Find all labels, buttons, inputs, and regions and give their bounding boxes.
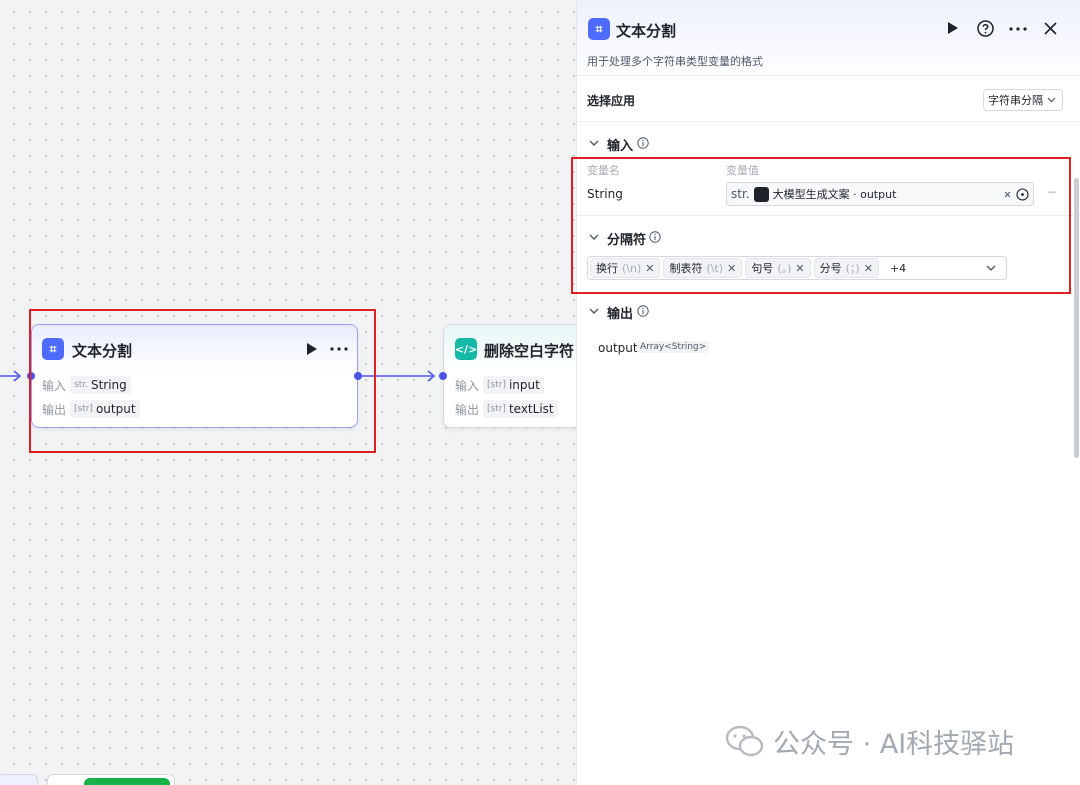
panel-title: 文本分割: [616, 22, 677, 40]
divider: [577, 121, 1080, 122]
type-icon: [str]: [487, 404, 506, 414]
select-app-value: 字符串分隔: [988, 94, 1043, 107]
highlight-box: [571, 157, 1071, 294]
input-tag: [str] input: [483, 376, 544, 394]
output-section-title: 输出: [607, 307, 634, 322]
node-config-panel: ⌗ 文本分割 用于处理多个字符串类型变量的格式 选择应用 字符串分隔 输入 变量…: [571, 0, 1080, 785]
input-port[interactable]: [439, 372, 447, 380]
input-label: 输入: [455, 379, 480, 393]
bottom-toolbar-item[interactable]: [47, 774, 175, 785]
highlight-box: [29, 309, 376, 453]
watermark-text: 公众号 · AI科技驿站: [773, 729, 1015, 760]
collapse-chevron-icon[interactable]: [589, 140, 599, 147]
chevron-down-icon: [1047, 97, 1056, 103]
type-icon: [str]: [487, 380, 506, 390]
node-title: 删除空白字符: [484, 342, 575, 360]
output-variable-name: output: [598, 341, 638, 355]
output-value: textList: [508, 402, 554, 416]
output-label: 输出: [455, 403, 480, 417]
input-value: input: [508, 378, 540, 392]
code-icon: </>: [455, 338, 477, 360]
output-tag: [str] textList: [483, 400, 558, 418]
collapse-chevron-icon[interactable]: [589, 308, 599, 315]
divider: [577, 75, 1080, 76]
panel-description: 用于处理多个字符串类型变量的格式: [587, 55, 763, 68]
info-icon[interactable]: [637, 137, 649, 149]
watermark: 公众号 · AI科技驿站: [725, 722, 1014, 761]
run-icon[interactable]: [947, 21, 959, 35]
info-icon[interactable]: [637, 305, 649, 317]
select-app-label: 选择应用: [587, 94, 636, 108]
input-section-title: 输入: [607, 139, 634, 154]
more-icon[interactable]: [1009, 27, 1027, 31]
select-app-dropdown[interactable]: 字符串分隔: [983, 89, 1063, 111]
bottom-toolbar-item[interactable]: [0, 774, 38, 785]
workflow-canvas[interactable]: ⌗ 文本分割 输入 str. String 输出 [str] output </…: [0, 0, 576, 785]
text-split-icon: ⌗: [588, 18, 610, 40]
close-icon[interactable]: [1044, 22, 1057, 35]
green-button[interactable]: [84, 778, 170, 785]
wechat-icon: [725, 725, 764, 756]
help-icon[interactable]: [977, 20, 994, 37]
scrollbar-thumb[interactable]: [1074, 178, 1079, 458]
node-trim-whitespace[interactable]: </> 删除空白字符 输入 [str] input 输出 [str] textL…: [443, 324, 576, 428]
output-variable-type: Array<String>: [637, 341, 710, 353]
